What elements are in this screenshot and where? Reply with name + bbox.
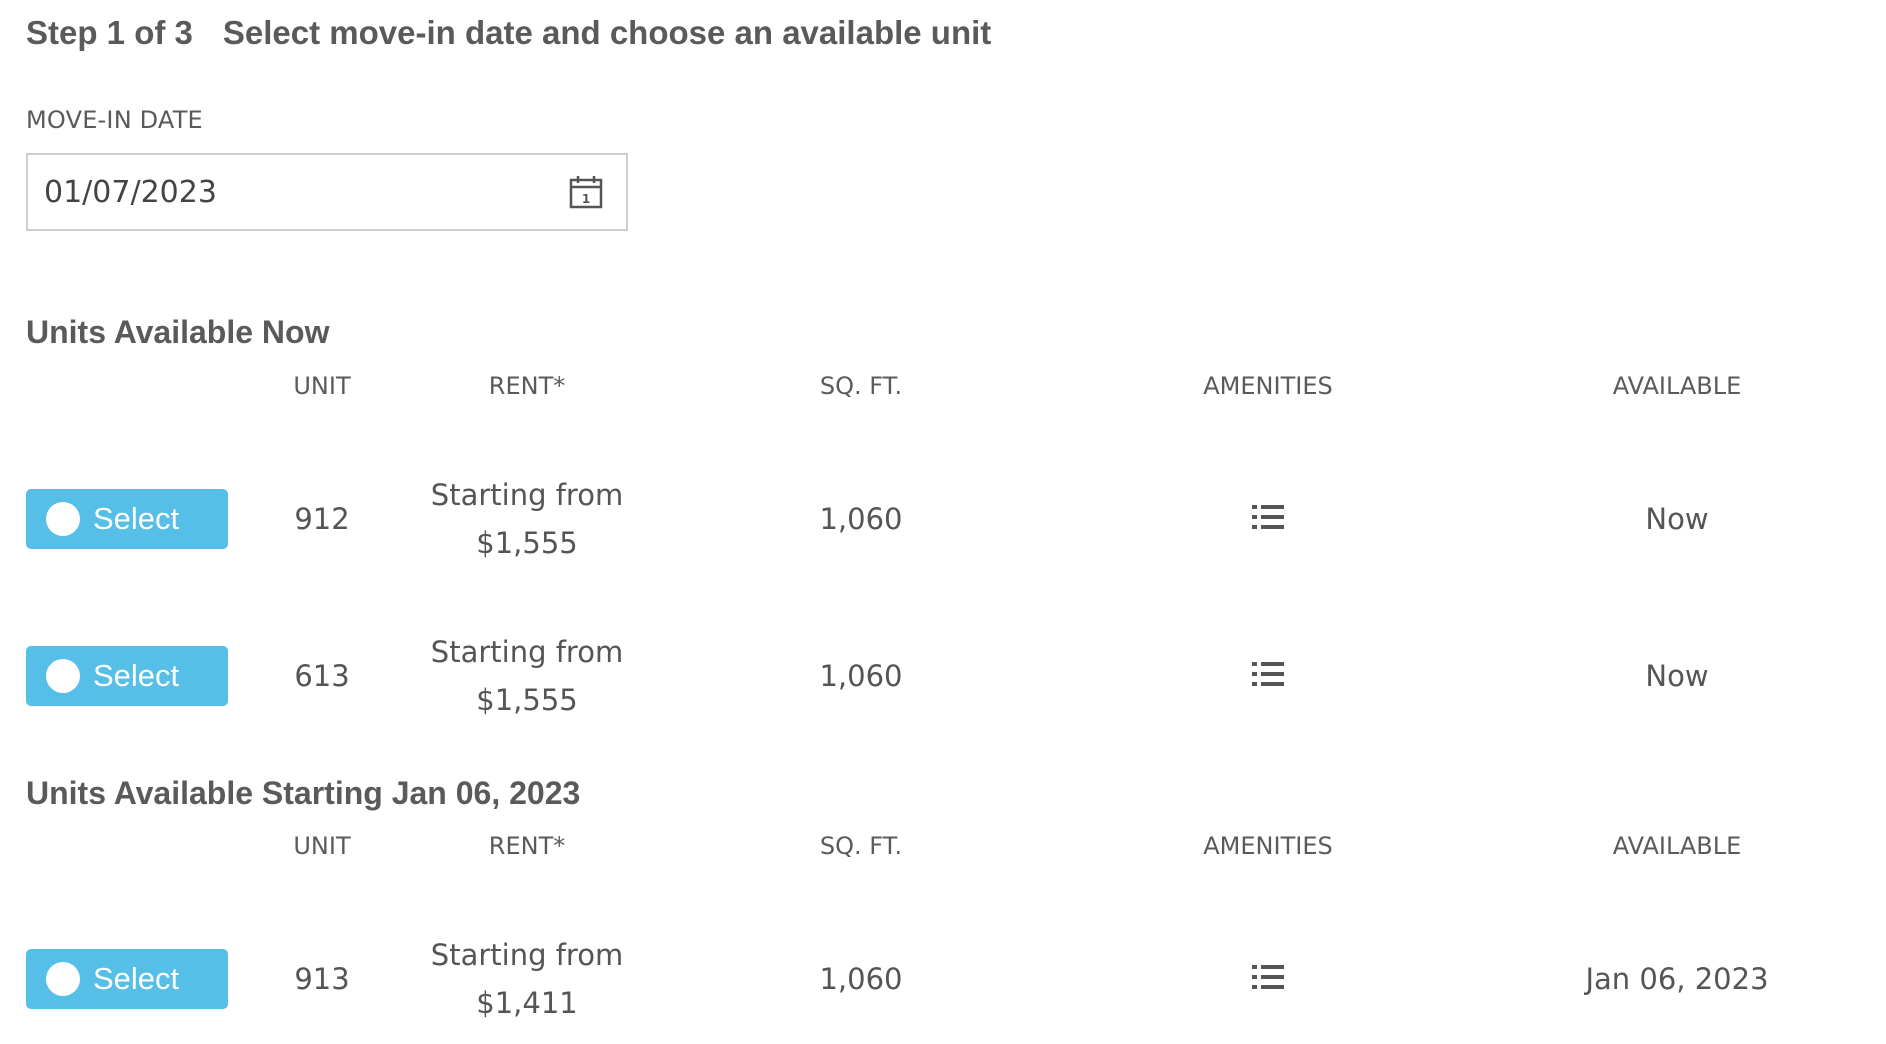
step-title: Select move-in date and choose an availa… [222,14,992,51]
unit-available: Jan 06, 2023 [1585,962,1769,996]
rent-amount: $1,411 [476,986,578,1020]
unit-sqft: 1,060 [819,502,903,536]
col-header-amenities: AMENITIES [1203,372,1333,400]
col-header-unit: UNIT [293,372,351,400]
col-header-amenities: AMENITIES [1203,832,1333,860]
select-button-label: Select [93,658,180,693]
select-button-label: Select [93,501,180,536]
move-in-date-input[interactable] [44,155,544,229]
section-heading-available-now: Units Available Now [26,314,330,350]
list-icon[interactable] [1251,660,1285,688]
radio-icon [46,659,80,693]
list-icon[interactable] [1251,503,1285,531]
col-header-sqft: SQ. FT. [819,372,903,400]
list-icon[interactable] [1251,963,1285,991]
col-header-sqft: SQ. FT. [819,832,903,860]
col-header-unit: UNIT [293,832,351,860]
unit-available: Now [1645,659,1709,693]
col-header-available: AVAILABLE [1612,372,1742,400]
unit-rent: Starting from $1,555 [407,628,647,724]
col-header-rent: RENT* [488,372,566,400]
unit-selection-page: Step 1 of 3 Select move-in date and choos… [0,0,1886,1044]
calendar-icon[interactable]: 1 [568,174,604,210]
unit-available: Now [1645,502,1709,536]
step-heading: Step 1 of 3 Select move-in date and choos… [26,14,991,52]
svg-text:1: 1 [582,192,590,206]
rent-prefix: Starting from [430,938,624,972]
select-unit-button[interactable]: Select [26,646,228,706]
select-button-label: Select [93,961,180,996]
section-heading-available-starting: Units Available Starting Jan 06, 2023 [26,775,581,811]
unit-rent: Starting from $1,411 [407,931,647,1027]
unit-sqft: 1,060 [819,659,903,693]
radio-icon [46,502,80,536]
rent-prefix: Starting from [430,635,624,669]
rent-amount: $1,555 [476,683,578,717]
unit-number: 912 [294,502,350,536]
radio-icon [46,962,80,996]
rent-prefix: Starting from [430,478,624,512]
rent-amount: $1,555 [476,526,578,560]
select-unit-button[interactable]: Select [26,949,228,1009]
unit-sqft: 1,060 [819,962,903,996]
col-header-available: AVAILABLE [1612,832,1742,860]
select-unit-button[interactable]: Select [26,489,228,549]
move-in-date-label: MOVE-IN DATE [26,106,203,134]
unit-number: 913 [294,962,350,996]
col-header-rent: RENT* [488,832,566,860]
step-indicator: Step 1 of 3 [26,14,193,51]
unit-rent: Starting from $1,555 [407,471,647,567]
unit-number: 613 [294,659,350,693]
move-in-date-field: 1 [26,153,628,231]
